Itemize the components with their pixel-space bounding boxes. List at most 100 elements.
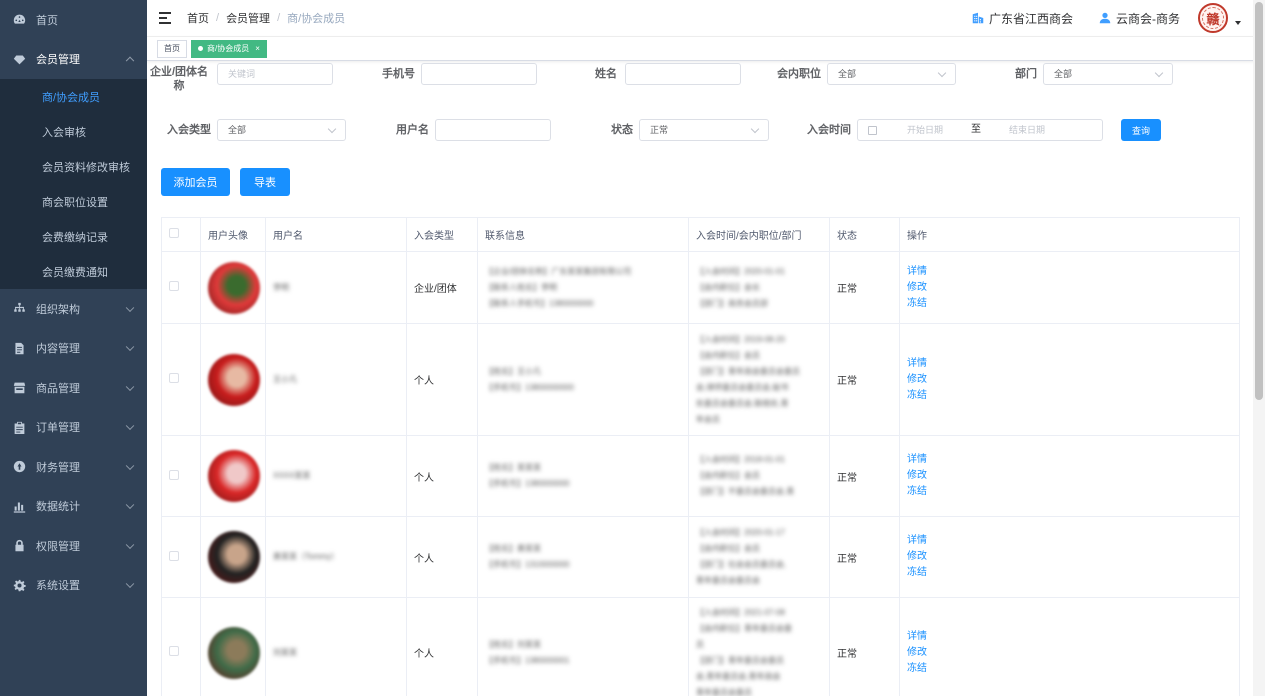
add-member-button[interactable]: 添加会员: [161, 168, 230, 196]
dept-select[interactable]: 全部: [1043, 63, 1173, 85]
user-icon: [1099, 12, 1111, 24]
row-checkbox[interactable]: [169, 646, 179, 656]
join-type-label: 入会类型: [167, 124, 211, 136]
filter-username: 用户名: [377, 119, 551, 141]
scrollbar[interactable]: [1253, 0, 1265, 696]
table-body: 李明 企业/团体 【企业/团体名称】广东某某集团有限公司 【联系人姓名】李明 【联系人手…: [161, 251, 1240, 696]
sidebar-subitem-association-members[interactable]: 商/协会成员: [0, 79, 147, 114]
sidebar-item-settings[interactable]: 系统设置: [0, 566, 147, 606]
join-type-select[interactable]: 全部: [217, 119, 346, 141]
detail-link[interactable]: 详情: [907, 452, 1232, 468]
avatar: [208, 261, 260, 314]
username-input[interactable]: [435, 119, 551, 141]
edit-link[interactable]: 修改: [907, 468, 1232, 484]
name-input[interactable]: [625, 63, 741, 85]
username-cell: 刘某某: [265, 597, 407, 696]
clipboard-icon: [12, 420, 26, 434]
lock-icon: [12, 539, 26, 553]
row-checkbox[interactable]: [169, 469, 179, 480]
tree-icon: [12, 302, 26, 316]
freeze-link[interactable]: 冻结: [907, 661, 1232, 677]
scrollbar-thumb[interactable]: [1255, 2, 1263, 400]
join-time-range[interactable]: 开始日期 至 结束日期: [857, 119, 1103, 141]
freeze-link[interactable]: 冻结: [907, 565, 1232, 581]
filter-join-type: 入会类型 全部: [147, 119, 346, 141]
row-checkbox[interactable]: [169, 281, 179, 291]
contact-cell: 【姓名】黄某某 【手机号】1310000000: [477, 516, 689, 598]
position-select[interactable]: 全部: [827, 63, 956, 85]
end-date-input[interactable]: 结束日期: [1009, 120, 1045, 140]
phone-input[interactable]: [421, 63, 537, 85]
sidebar-item-members[interactable]: 会员管理: [0, 40, 147, 80]
action-bar: 添加会员 导表: [161, 168, 290, 196]
breadcrumb-item[interactable]: 会员管理: [226, 10, 270, 26]
sidebar-item-content[interactable]: 内容管理: [0, 329, 147, 369]
sidebar-subitem-fee-notice[interactable]: 会员缴费通知: [0, 254, 147, 289]
contact-line: 【姓名】刘某某: [485, 639, 541, 649]
tag-label: 首页: [164, 44, 180, 53]
join-info-line: 【会内职位】会长: [696, 282, 760, 292]
sidebar-item-statistics[interactable]: 数据统计: [0, 487, 147, 527]
phone-label: 手机号: [382, 68, 415, 80]
breadcrumb-item[interactable]: 首页: [187, 10, 209, 26]
query-button[interactable]: 查询: [1121, 119, 1161, 141]
navbar-right: 广东省江西商会 云商会-商务 赣: [972, 3, 1253, 33]
join-info: 【入会时间】2018-01-01 【会内职位】会员 【部门】不委员会委员会,青: [696, 452, 822, 500]
join-info-line: 会,青年委员会,青年商会: [696, 671, 781, 681]
contact-cell: 【姓名】王小凡 【手机号】13800000000: [477, 323, 689, 436]
tag-home[interactable]: 首页: [157, 39, 187, 58]
row-checkbox[interactable]: [169, 373, 179, 383]
status-cell: 正常: [829, 516, 900, 598]
contact-line: 【手机号】1310000000: [485, 560, 570, 569]
sidebar-item-organization[interactable]: 组织架构: [0, 289, 147, 329]
username-cell: 王小凡: [265, 323, 407, 436]
sidebar-subitem-join-review[interactable]: 入会审核: [0, 114, 147, 149]
join-info-line: 【入会时间】2020-01-01: [696, 266, 785, 276]
breadcrumb: 首页 / 会员管理 / 商/协会成员: [187, 10, 345, 26]
sidebar-item-goods[interactable]: 商品管理: [0, 368, 147, 408]
select-all-checkbox[interactable]: [169, 228, 179, 238]
join-info-cell: 【入会时间】2018-01-01 【会内职位】会员 【部门】不委员会委员会,青: [688, 435, 830, 517]
sidebar-item-finance[interactable]: 财务管理: [0, 447, 147, 487]
bar-chart-icon: [12, 499, 26, 513]
freeze-link[interactable]: 冻结: [907, 484, 1232, 500]
sidebar-item-home[interactable]: 首页: [0, 0, 147, 40]
start-date-input[interactable]: 开始日期: [907, 120, 943, 140]
freeze-link[interactable]: 冻结: [907, 296, 1232, 312]
caret-down-icon[interactable]: [1235, 21, 1241, 25]
chevron-down-icon: [125, 500, 135, 510]
sidebar-subitem-fee-records[interactable]: 会费缴纳记录: [0, 219, 147, 254]
gear-icon: [12, 578, 26, 592]
checkbox-cell: [161, 435, 201, 517]
tag-association-members[interactable]: 商/协会成员 ×: [191, 39, 267, 58]
org-logo-seal[interactable]: 赣: [1198, 3, 1228, 33]
filter-company: 企业/团体名 称 关键词: [147, 61, 333, 93]
org-switcher[interactable]: 广东省江西商会: [972, 10, 1073, 27]
operations-cell: 详情 修改 冻结: [899, 251, 1240, 324]
sidebar-subitem-profile-review[interactable]: 会员资料修改审核: [0, 149, 147, 184]
close-icon[interactable]: ×: [255, 44, 260, 53]
chevron-down-icon: [125, 342, 135, 352]
join-info-cell: 【入会时间】2021-07-08 【会内职位】青年委员会委员【部门】青年委员会委员…: [688, 597, 830, 696]
row-checkbox[interactable]: [169, 550, 179, 561]
freeze-link[interactable]: 冻结: [907, 388, 1232, 404]
table-row: 刘某某 个人 【姓名】刘某某 【手机号】1380000001 【入会时间】2021-07…: [161, 597, 1240, 696]
edit-link[interactable]: 修改: [907, 372, 1232, 388]
edit-link[interactable]: 修改: [907, 280, 1232, 296]
export-button[interactable]: 导表: [240, 168, 290, 196]
hamburger-icon[interactable]: [159, 12, 173, 24]
detail-link[interactable]: 详情: [907, 356, 1232, 372]
edit-link[interactable]: 修改: [907, 549, 1232, 565]
checkbox-cell: [161, 323, 201, 436]
status-select[interactable]: 正常: [639, 119, 769, 141]
detail-link[interactable]: 详情: [907, 533, 1232, 549]
company-input[interactable]: 关键词: [217, 63, 333, 85]
sidebar-item-orders[interactable]: 订单管理: [0, 408, 147, 448]
sidebar-item-permissions[interactable]: 权限管理: [0, 526, 147, 566]
edit-link[interactable]: 修改: [907, 645, 1232, 661]
detail-link[interactable]: 详情: [907, 264, 1232, 280]
sidebar-subitem-position-settings[interactable]: 商会职位设置: [0, 184, 147, 219]
detail-link[interactable]: 详情: [907, 629, 1232, 645]
table-row: 王小凡 个人 【姓名】王小凡 【手机号】13800000000 【入会时间】2019-0…: [161, 323, 1240, 436]
user-menu[interactable]: 云商会-商务: [1099, 10, 1180, 27]
